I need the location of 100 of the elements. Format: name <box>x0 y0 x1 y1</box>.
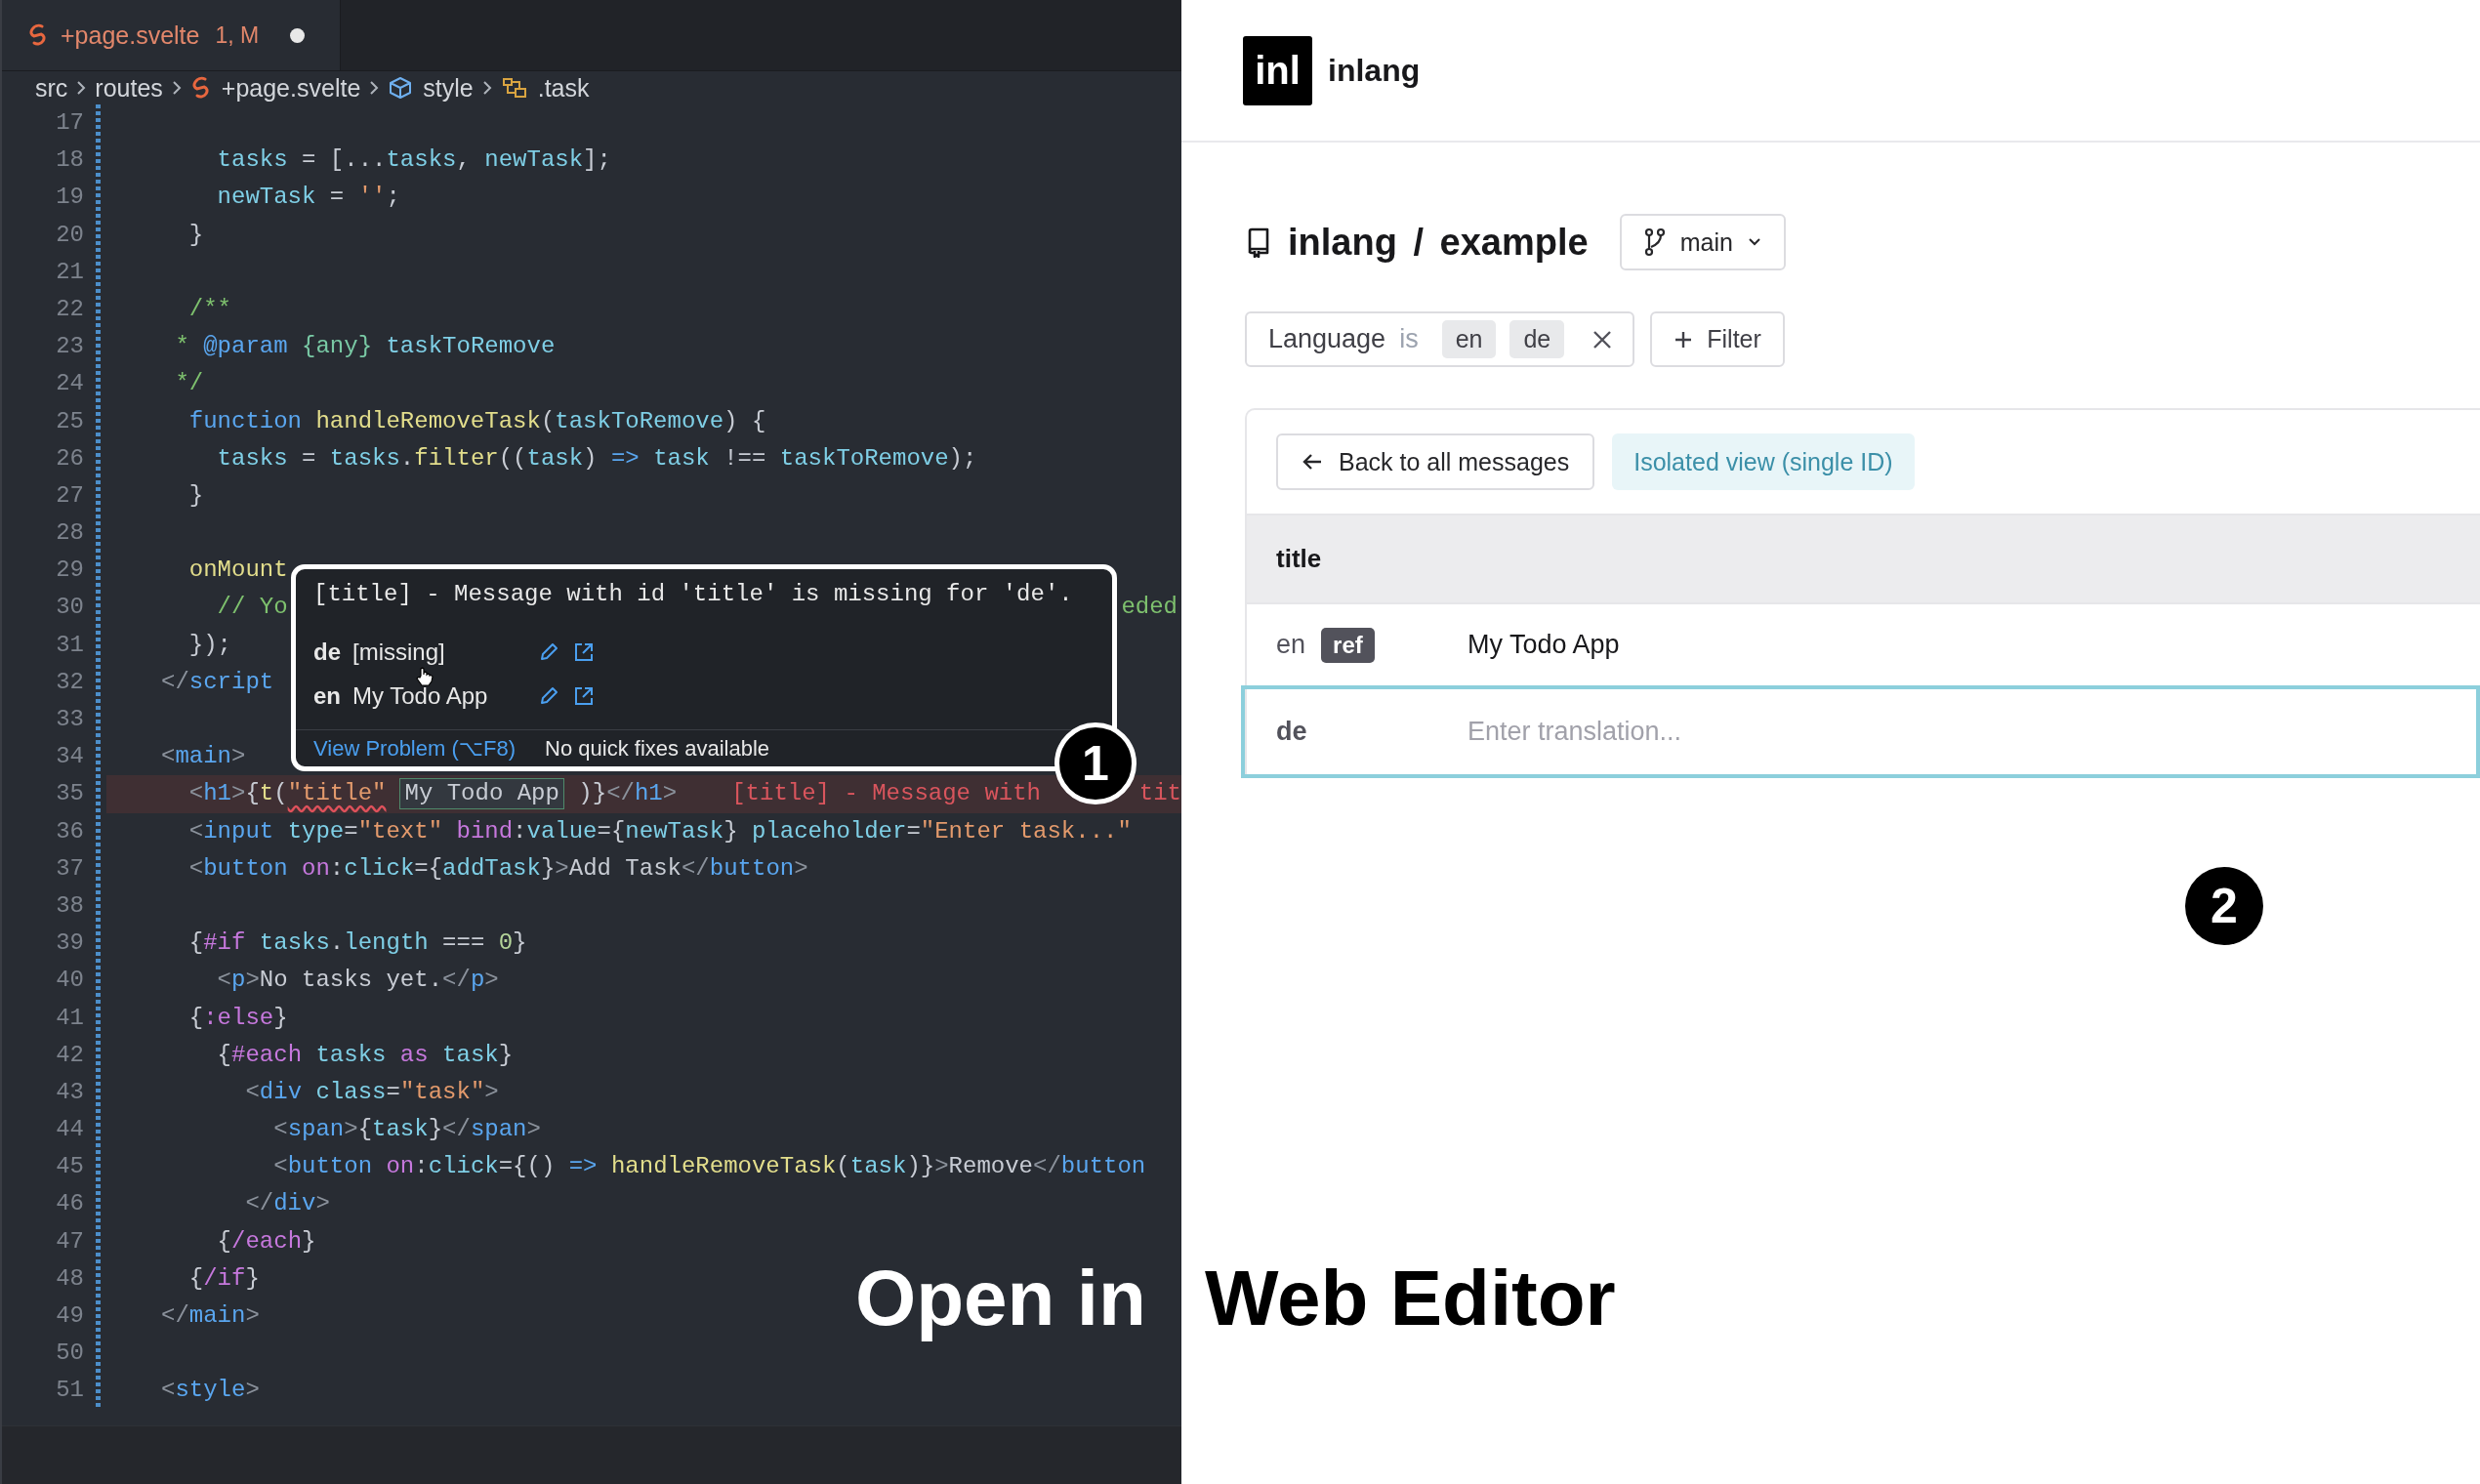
inline-error-message: tit <box>1138 779 1181 809</box>
external-link-icon[interactable] <box>573 684 595 707</box>
translation-input[interactable]: Enter translation... <box>1467 717 2053 747</box>
breadcrumb-item[interactable]: .task <box>537 73 590 103</box>
line-number: 26 <box>56 443 84 474</box>
line-number: 41 <box>56 1003 84 1033</box>
line-number: 47 <box>56 1226 84 1257</box>
code-text: // Yo <box>216 593 288 623</box>
code-text: function handleRemoveTask(taskToRemove) { <box>187 406 766 436</box>
headline: Web Editor <box>1205 1255 1616 1342</box>
chevron-right-icon <box>480 79 493 97</box>
cube-icon <box>388 76 414 100</box>
breadcrumb-item[interactable]: +page.svelte <box>221 73 361 103</box>
code-text: <style> <box>161 1376 260 1406</box>
line-number: 32 <box>56 667 84 697</box>
translation-text: My Todo App <box>352 681 488 710</box>
line-number: 35 <box>56 779 84 809</box>
code-text: {:else} <box>187 1003 288 1033</box>
line-number: 21 <box>56 257 84 287</box>
line-number: 43 <box>56 1077 84 1107</box>
repository-title: inlang / example <box>1288 221 1589 264</box>
line-number: 29 <box>56 556 84 586</box>
code-text: <button on:click={() => handleRemoveTask(task)}>Remove</button <box>272 1152 1146 1182</box>
breadcrumb-item[interactable]: style <box>423 73 474 103</box>
code-text: /** <box>187 294 231 324</box>
pencil-icon[interactable] <box>538 684 559 707</box>
logo[interactable]: inl <box>1243 35 1312 105</box>
hand-cursor-icon <box>416 667 434 686</box>
chevron-right-icon <box>75 79 88 97</box>
code-text: newTask = ''; <box>216 183 400 213</box>
code-text: */ <box>174 369 204 399</box>
line-number: 39 <box>56 928 84 959</box>
problem-message: [title] - Message with id 'title' is missing for 'de'. <box>312 580 1074 609</box>
inline-error-message: [title] - Message with <box>731 779 1042 809</box>
language-filter[interactable]: Language is en de <box>1245 311 1635 367</box>
line-number: 38 <box>56 890 84 921</box>
language-code: de <box>313 638 341 666</box>
plus-icon <box>1674 329 1694 350</box>
code-text: )}</h1> <box>577 779 678 809</box>
close-icon[interactable] <box>1591 328 1614 350</box>
line-number: 17 <box>56 108 84 138</box>
code-text: <h1>{t("title" <box>187 779 387 809</box>
code-text: tasks = tasks.filter((task) => task !== taskToRemove); <box>216 443 977 474</box>
brand-name: inlang <box>1328 52 1421 89</box>
line-number: 36 <box>56 816 84 846</box>
line-number: 19 <box>56 183 84 213</box>
line-number: 33 <box>56 705 84 734</box>
view-problem-link[interactable]: View Problem (⌥F8) <box>313 735 517 762</box>
line-number: 31 <box>56 630 84 660</box>
line-number: 34 <box>56 742 84 772</box>
code-text: * @param {any} taskToRemove <box>174 332 556 362</box>
line-number: 25 <box>56 406 84 436</box>
editor-tab[interactable]: +page.svelte 1, M <box>2 0 342 70</box>
line-number: 20 <box>56 220 84 250</box>
code-text: {#each tasks as task} <box>216 1040 514 1070</box>
chevron-right-icon <box>170 79 183 97</box>
code-text: onMount <box>187 556 288 586</box>
message-id-header: title <box>1247 514 2480 602</box>
line-number: 28 <box>56 518 84 549</box>
code-text: {/if} <box>187 1263 260 1294</box>
reference-tag: ref <box>1321 627 1375 663</box>
line-number: 46 <box>56 1189 84 1219</box>
language-code: en <box>313 681 341 710</box>
line-number: 49 <box>56 1301 84 1331</box>
translation-text[interactable]: My Todo App <box>1467 630 1620 660</box>
back-button[interactable]: Back to all messages <box>1276 433 1595 490</box>
inlay-hint: My Todo App <box>399 778 564 810</box>
filter-value[interactable]: en <box>1441 320 1497 358</box>
quick-fix-status: No quick fixes available <box>545 735 769 762</box>
code-text: } <box>187 480 204 511</box>
code-text: }); <box>187 630 231 660</box>
line-number: 42 <box>56 1040 84 1070</box>
add-filter-button[interactable]: Filter <box>1650 311 1785 367</box>
language-code: de <box>1276 717 1307 747</box>
translation-row[interactable]: de Enter translation... <box>1241 685 2480 778</box>
code-text: <button on:click={addTask}>Add Task</button> <box>187 853 808 884</box>
code-text: </main> <box>161 1301 260 1331</box>
line-number: 44 <box>56 1115 84 1145</box>
code-text: } <box>187 220 204 250</box>
code-text: </script <box>161 667 274 697</box>
code-text: <input type="text" bind:value={newTask} placeholder="Enter task..." <box>187 816 1132 846</box>
code-text: <div class="task"> <box>244 1077 499 1107</box>
selector-icon <box>500 76 528 100</box>
language-code: en <box>1276 630 1306 660</box>
code-text: eded <box>1121 593 1178 623</box>
line-number: 40 <box>56 966 84 996</box>
external-link-icon[interactable] <box>573 640 595 663</box>
chevron-down-icon <box>1746 237 1762 247</box>
code-text: {/each} <box>216 1226 316 1257</box>
filter-value[interactable]: de <box>1509 320 1565 358</box>
breadcrumb-item[interactable]: src <box>35 73 68 103</box>
translation-text: [missing] <box>352 638 445 666</box>
breadcrumb-item[interactable]: routes <box>95 73 163 103</box>
line-number: 22 <box>56 294 84 324</box>
branch-dropdown[interactable]: main <box>1619 214 1786 270</box>
line-number: 37 <box>56 853 84 884</box>
code-text: </div> <box>244 1189 330 1219</box>
pencil-icon[interactable] <box>538 640 559 663</box>
line-number: 51 <box>56 1376 84 1406</box>
code-text: <p>No tasks yet.</p> <box>216 966 499 996</box>
